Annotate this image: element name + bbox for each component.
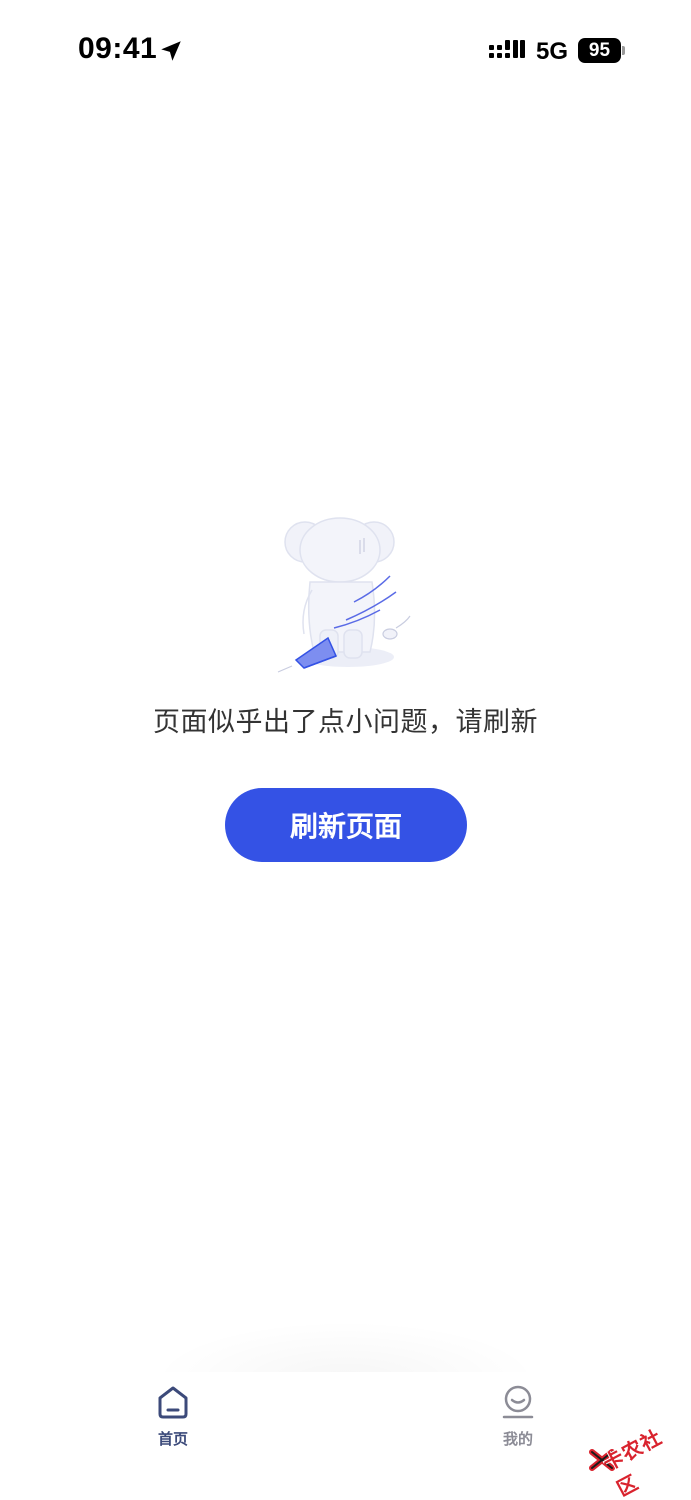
location-arrow-icon (161, 41, 181, 61)
tab-home-label: 首页 (157, 1430, 188, 1448)
tab-bar-shadow (150, 1320, 541, 1380)
refresh-page-button[interactable]: 刷新页面 (225, 788, 467, 862)
status-bar: 09:41 5G 95 (0, 0, 691, 100)
tab-home[interactable]: 首页 (133, 1384, 213, 1454)
error-message: 页面似乎出了点小问题，请刷新 (153, 707, 538, 738)
tab-mine[interactable]: 我的 (478, 1384, 558, 1454)
watermark-logo: 卡农社区 (588, 1408, 688, 1500)
cellular-signal-icon (489, 40, 525, 58)
network-type: 5G (536, 38, 569, 65)
profile-icon (502, 1385, 534, 1419)
battery-icon: 95 (578, 38, 621, 63)
home-icon (158, 1386, 188, 1419)
battery-tip (622, 46, 625, 55)
battery-level: 95 (588, 39, 611, 61)
koala-back-illustration (277, 517, 411, 673)
status-time: 09:41 (78, 32, 158, 65)
tab-mine-label: 我的 (502, 1430, 533, 1448)
app-screen: 09:41 5G 95 页面似乎出了点小问题，请刷新 刷新页面 首页 我的 卡农… (0, 0, 691, 1500)
battery-indicator: 95 (578, 38, 625, 64)
